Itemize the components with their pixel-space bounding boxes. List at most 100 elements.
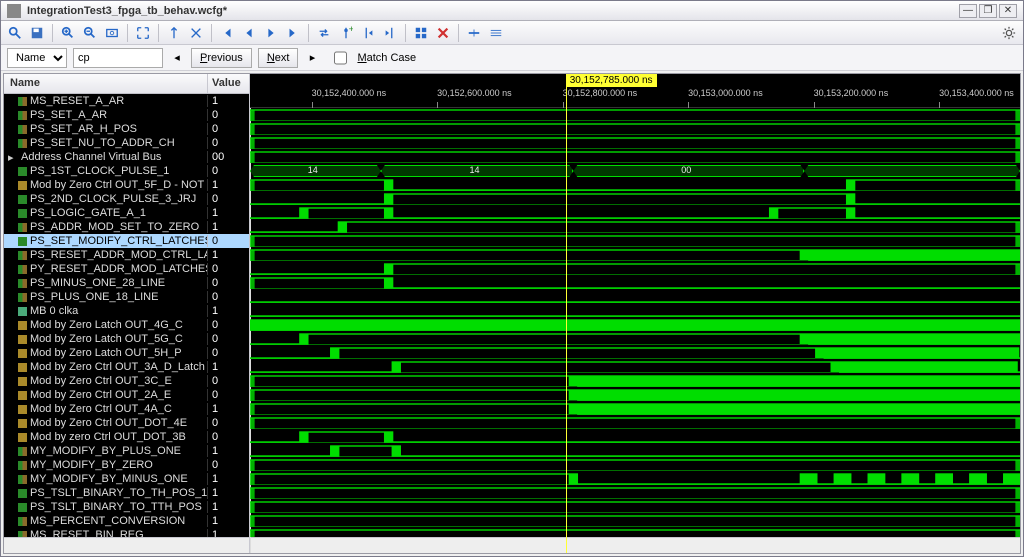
waveform-row[interactable] bbox=[250, 318, 1020, 332]
signal-row[interactable]: PS_PLUS_ONE_18_LINE0 bbox=[4, 290, 249, 304]
match-case-checkbox[interactable] bbox=[334, 48, 347, 68]
prev-edge-icon[interactable] bbox=[239, 23, 259, 43]
find-previous-button[interactable]: Previous bbox=[191, 48, 252, 68]
next-marker-icon[interactable] bbox=[380, 23, 400, 43]
delete-icon[interactable] bbox=[433, 23, 453, 43]
time-ruler[interactable]: 30,152,400.000 ns30,152,600.000 ns30,152… bbox=[250, 88, 1020, 108]
go-first-icon[interactable] bbox=[217, 23, 237, 43]
waveform-row[interactable] bbox=[250, 430, 1020, 444]
waveform-row[interactable] bbox=[250, 122, 1020, 136]
waveform-hscroll[interactable] bbox=[250, 537, 1020, 553]
goto-cursor-icon[interactable] bbox=[164, 23, 184, 43]
signal-row[interactable]: PS_LOGIC_GATE_A_11 bbox=[4, 206, 249, 220]
minimize-button[interactable]: — bbox=[959, 4, 977, 18]
signal-row[interactable]: MY_MODIFY_BY_PLUS_ONE1 bbox=[4, 444, 249, 458]
toggle-grid-icon[interactable] bbox=[411, 23, 431, 43]
signal-row[interactable]: MS_RESET_BIN_REG1 bbox=[4, 528, 249, 537]
signal-row[interactable]: Mod by Zero Ctrl OUT_5F_D - NOT 1st CP1 bbox=[4, 178, 249, 192]
signal-row[interactable]: Mod by Zero Latch OUT_5G_C0 bbox=[4, 332, 249, 346]
waveform-row[interactable]: 141400 bbox=[250, 164, 1020, 178]
waveform-row[interactable] bbox=[250, 220, 1020, 234]
signal-list[interactable]: MS_RESET_A_AR1PS_SET_A_AR0PS_SET_AR_H_PO… bbox=[4, 94, 249, 537]
signal-hscroll[interactable] bbox=[4, 537, 249, 553]
signal-row[interactable]: PY_RESET_ADDR_MOD_LATCHES0 bbox=[4, 262, 249, 276]
waveform-row[interactable] bbox=[250, 206, 1020, 220]
waveform-row[interactable] bbox=[250, 458, 1020, 472]
find-next-arrow[interactable]: ▸ bbox=[304, 48, 320, 68]
add-marker-icon[interactable]: + bbox=[336, 23, 356, 43]
zoom-out-icon[interactable] bbox=[80, 23, 100, 43]
signal-row[interactable]: MY_MODIFY_BY_MINUS_ONE1 bbox=[4, 472, 249, 486]
waveform-panel[interactable]: 30,152,785.000 ns 30,152,400.000 ns30,15… bbox=[250, 74, 1020, 553]
signal-row[interactable]: MB 0 clka1 bbox=[4, 304, 249, 318]
cursor-line[interactable] bbox=[566, 74, 567, 553]
waveform-row[interactable] bbox=[250, 234, 1020, 248]
signal-row[interactable]: PS_TSLT_BINARY_TO_TTH_POS1 bbox=[4, 500, 249, 514]
waveform-row[interactable] bbox=[250, 136, 1020, 150]
col-name[interactable]: Name bbox=[4, 74, 207, 93]
signal-row[interactable]: Mod by zero Ctrl OUT_DOT_3B0 bbox=[4, 430, 249, 444]
waveform-row[interactable] bbox=[250, 388, 1020, 402]
waveform-row[interactable] bbox=[250, 528, 1020, 537]
waveform-row[interactable] bbox=[250, 248, 1020, 262]
signal-row[interactable]: PS_ADDR_MOD_SET_TO_ZERO1 bbox=[4, 220, 249, 234]
signal-row[interactable]: MS_PERCENT_CONVERSION1 bbox=[4, 514, 249, 528]
zoom-in-icon[interactable] bbox=[58, 23, 78, 43]
waveform-row[interactable] bbox=[250, 374, 1020, 388]
waveform-row[interactable] bbox=[250, 290, 1020, 304]
find-prev-arrow[interactable]: ◂ bbox=[169, 48, 185, 68]
settings-icon[interactable] bbox=[999, 23, 1019, 43]
waveform-row[interactable] bbox=[250, 486, 1020, 500]
waveform-row[interactable] bbox=[250, 304, 1020, 318]
waveform-row[interactable] bbox=[250, 514, 1020, 528]
prev-marker-icon[interactable] bbox=[358, 23, 378, 43]
waveform-rows[interactable]: 141400 bbox=[250, 108, 1020, 537]
signal-row[interactable]: PS_TSLT_BINARY_TO_TH_POS_11 bbox=[4, 486, 249, 500]
waveform-row[interactable] bbox=[250, 402, 1020, 416]
waveform-row[interactable] bbox=[250, 276, 1020, 290]
signal-row[interactable]: Mod by Zero Ctrl OUT_3C_E0 bbox=[4, 374, 249, 388]
waveform-row[interactable] bbox=[250, 416, 1020, 430]
close-button[interactable]: ✕ bbox=[999, 4, 1017, 18]
signal-row[interactable]: MS_RESET_A_AR1 bbox=[4, 94, 249, 108]
signal-row[interactable]: Mod by Zero Ctrl OUT_3A_D_Latch1 bbox=[4, 360, 249, 374]
search-icon[interactable] bbox=[5, 23, 25, 43]
col-value[interactable]: Value bbox=[207, 74, 249, 93]
swap-icon[interactable] bbox=[314, 23, 334, 43]
signal-row[interactable]: PS_MINUS_ONE_28_LINE0 bbox=[4, 276, 249, 290]
signal-row[interactable]: Mod by Zero Ctrl OUT_4A_C1 bbox=[4, 402, 249, 416]
signal-row[interactable]: PS_RESET_ADDR_MOD_CTRL_LATCH1 bbox=[4, 248, 249, 262]
go-last-icon[interactable] bbox=[283, 23, 303, 43]
restore-button[interactable]: ❐ bbox=[979, 4, 997, 18]
find-field-select[interactable]: Name bbox=[7, 48, 67, 68]
signal-row[interactable]: Mod by Zero Ctrl OUT_2A_E0 bbox=[4, 388, 249, 402]
signal-row[interactable]: PS_2ND_CLOCK_PULSE_3_JRJ0 bbox=[4, 192, 249, 206]
signal-row[interactable]: Mod by Zero Latch OUT_5H_P0 bbox=[4, 346, 249, 360]
waveform-row[interactable] bbox=[250, 108, 1020, 122]
save-button[interactable] bbox=[27, 23, 47, 43]
add-divider-icon[interactable] bbox=[464, 23, 484, 43]
signal-row[interactable]: MY_MODIFY_BY_ZERO0 bbox=[4, 458, 249, 472]
waveform-row[interactable] bbox=[250, 346, 1020, 360]
signal-row[interactable]: PS_1ST_CLOCK_PULSE_10 bbox=[4, 164, 249, 178]
cursor-time-marker[interactable]: 30,152,785.000 ns bbox=[566, 74, 657, 87]
signal-row[interactable]: PS_SET_A_AR0 bbox=[4, 108, 249, 122]
find-query-input[interactable] bbox=[73, 48, 163, 68]
group-icon[interactable] bbox=[486, 23, 506, 43]
waveform-row[interactable] bbox=[250, 444, 1020, 458]
next-edge-icon[interactable] bbox=[261, 23, 281, 43]
waveform-row[interactable] bbox=[250, 500, 1020, 514]
signal-row[interactable]: ▸Address Channel Virtual Bus00 bbox=[4, 150, 249, 164]
waveform-row[interactable] bbox=[250, 178, 1020, 192]
signal-row[interactable]: PS_SET_AR_H_POS0 bbox=[4, 122, 249, 136]
waveform-row[interactable] bbox=[250, 150, 1020, 164]
expand-icon[interactable]: ▸ bbox=[8, 151, 18, 164]
expand-icon[interactable] bbox=[133, 23, 153, 43]
waveform-row[interactable] bbox=[250, 262, 1020, 276]
goto-time-icon[interactable] bbox=[186, 23, 206, 43]
find-next-button[interactable]: Next bbox=[258, 48, 299, 68]
signal-row[interactable]: Mod by Zero Ctrl OUT_DOT_4E0 bbox=[4, 416, 249, 430]
signal-row[interactable]: PS_SET_MODIFY_CTRL_LATCHES0 bbox=[4, 234, 249, 248]
signal-row[interactable]: PS_SET_NU_TO_ADDR_CH0 bbox=[4, 136, 249, 150]
waveform-row[interactable] bbox=[250, 192, 1020, 206]
